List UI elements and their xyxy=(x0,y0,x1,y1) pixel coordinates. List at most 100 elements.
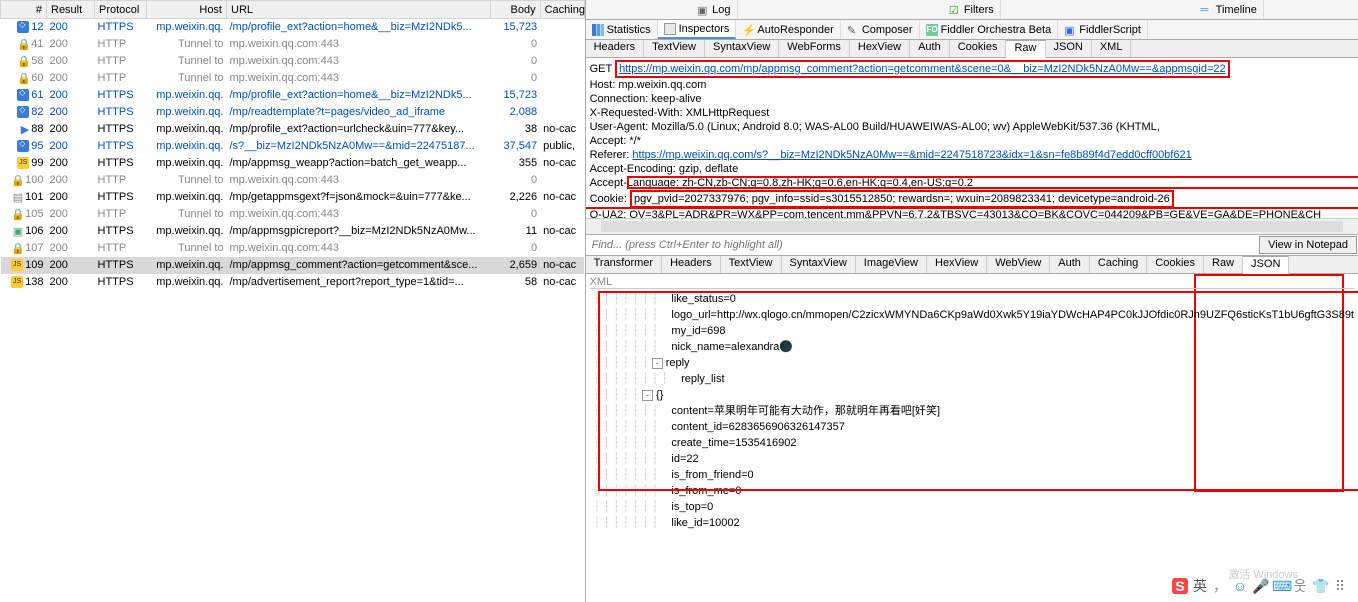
json-node[interactable]: ┆ ┆ ┆ ┆ ┆ ┆ ┆ content=苹果明年可能有大动作，那就明年再看吧… xyxy=(590,403,1354,419)
tab-hexview[interactable]: HexView xyxy=(927,256,987,273)
session-row[interactable]: ▣106200HTTPSmp.weixin.qq./mp/appmsgpicre… xyxy=(1,223,585,240)
raw-request-view[interactable]: GET https://mp.weixin.qq.com/mp/appmsg_c… xyxy=(586,58,1358,218)
session-row[interactable]: 🔒41200HTTPTunnel tomp.weixin.qq.com:4430 xyxy=(1,36,585,53)
orchestra-tab[interactable]: FOFiddler Orchestra Beta xyxy=(920,20,1059,39)
tab-raw[interactable]: Raw xyxy=(1204,256,1243,273)
session-row[interactable]: 12200HTTPSmp.weixin.qq./mp/profile_ext?a… xyxy=(1,19,585,36)
global-toolbar: Log Filters Timeline xyxy=(586,0,1358,20)
ime-skin-icon[interactable]: 👕 xyxy=(1312,578,1328,594)
tab-auth[interactable]: Auth xyxy=(910,40,950,57)
composer-tab[interactable]: Composer xyxy=(841,20,920,39)
json-node[interactable]: ┆ ┆ ┆ ┆ ┆ ┆ ┆ id=22 xyxy=(590,451,1354,467)
tab-raw[interactable]: Raw xyxy=(1006,40,1045,58)
session-row[interactable]: 82200HTTPSmp.weixin.qq./mp/readtemplate?… xyxy=(1,104,585,121)
filters-tab[interactable]: Filters xyxy=(943,0,1001,19)
tab-json[interactable]: JSON xyxy=(1046,40,1092,57)
tab-caching[interactable]: Caching xyxy=(1090,256,1147,273)
page-icon: ▤ xyxy=(11,191,23,203)
json-node[interactable]: ┆ ┆ ┆ ┆ ┆ ┆ ┆ is_from_me=0 xyxy=(590,483,1354,499)
sessions-table: # Result Protocol Host URL Body Caching … xyxy=(0,0,585,291)
json-node[interactable]: ┆ ┆ ┆ ┆ ┆ ┆ ┆ nick_name=alexandra🌑 xyxy=(590,339,1354,355)
session-row[interactable]: ▤101200HTTPSmp.weixin.qq./mp/getappmsgex… xyxy=(1,189,585,206)
json-node[interactable]: ┆ ┆ ┆ ┆ ┆ ┆ ┆ ┆ reply_list xyxy=(590,371,1354,387)
timeline-tab[interactable]: Timeline xyxy=(1195,0,1264,19)
session-row[interactable]: JS99200HTTPSmp.weixin.qq./mp/appmsg_weap… xyxy=(1,155,585,172)
col-body[interactable]: Body xyxy=(490,1,540,19)
col-num[interactable]: # xyxy=(1,1,47,19)
col-url[interactable]: URL xyxy=(227,1,491,19)
col-result[interactable]: Result xyxy=(47,1,95,19)
tab-textview[interactable]: TextView xyxy=(721,256,782,273)
referer-url-link[interactable]: https://mp.weixin.qq.com/s?__biz=MzI2NDk… xyxy=(632,149,1191,161)
url-highlight: https://mp.weixin.qq.com/mp/appmsg_comme… xyxy=(615,60,1230,78)
tab-webforms[interactable]: WebForms xyxy=(779,40,850,57)
json-node[interactable]: ┆ ┆ ┆ ┆ ┆ ┆ ┆ is_top=0 xyxy=(590,499,1354,515)
session-row[interactable]: 🔒105200HTTPTunnel tomp.weixin.qq.com:443… xyxy=(1,206,585,223)
json-node[interactable]: ┆ ┆ ┆ ┆ ┆ ┆ ┆ create_time=1535416902 xyxy=(590,435,1354,451)
session-row[interactable]: 61200HTTPSmp.weixin.qq./mp/profile_ext?a… xyxy=(1,87,585,104)
col-host[interactable]: Host xyxy=(147,1,227,19)
lock-icon: 🔒 xyxy=(17,55,29,67)
tab-webview[interactable]: WebView xyxy=(987,256,1050,273)
sogou-icon[interactable]: S xyxy=(1172,578,1188,594)
json-node[interactable]: ┆ ┆ ┆ ┆ ┆ ┆ ┆ logo_url=http://wx.qlogo.c… xyxy=(590,307,1354,323)
header-xreq: X-Requested-With: XMLHttpRequest xyxy=(590,106,1354,120)
json-node[interactable]: ┆ ┆ ┆ ┆ ┆ ┆ ┆ my_id=698 xyxy=(590,323,1354,339)
ime-tool-icon[interactable]: ⠿ xyxy=(1332,578,1348,594)
tab-imageview[interactable]: ImageView xyxy=(856,256,927,273)
json-node[interactable]: ┆ ┆ ┆ ┆ ┆ -{} xyxy=(590,387,1354,403)
tab-transformer[interactable]: Transformer xyxy=(586,256,663,273)
tab-syntaxview[interactable]: SyntaxView xyxy=(782,256,856,273)
fo-icon: FO xyxy=(926,24,938,36)
inspectors-tab[interactable]: Inspectors xyxy=(658,20,737,39)
js-icon: JS xyxy=(11,259,23,271)
tab-xml[interactable]: XML xyxy=(1092,40,1132,57)
json-node[interactable]: ┆ ┆ ┆ ┆ ┆ ┆ ┆ like_id=10002 xyxy=(590,515,1354,531)
request-hscroll[interactable] xyxy=(586,218,1358,234)
statistics-tab[interactable]: Statistics xyxy=(586,20,658,39)
ime-person-icon[interactable]: 웃 xyxy=(1292,578,1308,594)
request-url-link[interactable]: https://mp.weixin.qq.com/mp/appmsg_comme… xyxy=(619,63,1226,75)
ime-mic-icon[interactable]: 🎤 xyxy=(1252,578,1268,594)
tab-cookies[interactable]: Cookies xyxy=(1147,256,1204,273)
ime-lang[interactable]: 英 xyxy=(1192,578,1208,594)
composer-label: Composer xyxy=(862,24,913,36)
autoresponder-tab[interactable]: ⚡AutoResponder xyxy=(736,20,840,39)
host-label: Host: xyxy=(590,79,619,91)
session-row[interactable]: 🔒60200HTTPTunnel tomp.weixin.qq.com:4430 xyxy=(1,70,585,87)
json-node[interactable]: ┆ ┆ ┆ ┆ ┆ ┆ -reply xyxy=(590,355,1354,371)
col-protocol[interactable]: Protocol xyxy=(95,1,147,19)
json-node[interactable]: ┆ ┆ ┆ ┆ ┆ ┆ ┆ is_from_friend=0 xyxy=(590,467,1354,483)
session-row[interactable]: 🔒100200HTTPTunnel tomp.weixin.qq.com:443… xyxy=(1,172,585,189)
tab-cookies[interactable]: Cookies xyxy=(950,40,1007,57)
session-row[interactable]: ▶88200HTTPSmp.weixin.qq./mp/profile_ext?… xyxy=(1,121,585,138)
tab-json[interactable]: JSON xyxy=(1243,256,1289,274)
view-in-notepad-button[interactable]: View in Notepad xyxy=(1259,236,1357,254)
tab-syntaxview[interactable]: SyntaxView xyxy=(705,40,779,57)
json-node[interactable]: ┆ ┆ ┆ ┆ ┆ ┆ ┆ content_id=628365690632614… xyxy=(590,419,1354,435)
ime-smile-icon[interactable]: ☺ xyxy=(1232,578,1248,594)
fiddlerscript-tab[interactable]: FiddlerScript xyxy=(1058,20,1148,39)
cookie-highlight: pgv_pvid=2027337976; pgv_info=ssid=s3015… xyxy=(630,190,1174,208)
log-tab[interactable]: Log xyxy=(691,0,737,19)
tab-hexview[interactable]: HexView xyxy=(850,40,910,57)
link-icon xyxy=(17,21,29,33)
request-tabs: HeadersTextViewSyntaxViewWebFormsHexView… xyxy=(586,40,1358,58)
col-caching[interactable]: Caching xyxy=(540,1,584,19)
session-row[interactable]: 🔒107200HTTPTunnel tomp.weixin.qq.com:443… xyxy=(1,240,585,257)
response-json-view[interactable]: XML ┆ ┆ ┆ ┆ ┆ ┆ ┆ like_status=0┆ ┆ ┆ ┆ ┆… xyxy=(586,274,1358,602)
json-node[interactable]: ┆ ┆ ┆ ┆ ┆ ┆ ┆ like_status=0 xyxy=(590,291,1354,307)
session-row[interactable]: JS138200HTTPSmp.weixin.qq./mp/advertisem… xyxy=(1,274,585,291)
find-input[interactable] xyxy=(586,235,1259,255)
tab-textview[interactable]: TextView xyxy=(644,40,705,57)
ime-keyboard-icon[interactable]: ⌨ xyxy=(1272,578,1288,594)
session-row[interactable]: 95200HTTPSmp.weixin.qq./s?__biz=MzI2NDk5… xyxy=(1,138,585,155)
session-row[interactable]: 🔒58200HTTPTunnel tomp.weixin.qq.com:4430 xyxy=(1,53,585,70)
tab-headers[interactable]: Headers xyxy=(586,40,645,57)
tab-auth[interactable]: Auth xyxy=(1050,256,1090,273)
ime-punct-icon[interactable]: ， xyxy=(1212,578,1228,594)
tool-tabs: Statistics Inspectors ⚡AutoResponder Com… xyxy=(586,20,1358,40)
detail-pane: Log Filters Timeline Statistics Inspecto… xyxy=(586,0,1358,602)
tab-headers[interactable]: Headers xyxy=(662,256,721,273)
session-row[interactable]: JS109200HTTPSmp.weixin.qq./mp/appmsg_com… xyxy=(1,257,585,274)
